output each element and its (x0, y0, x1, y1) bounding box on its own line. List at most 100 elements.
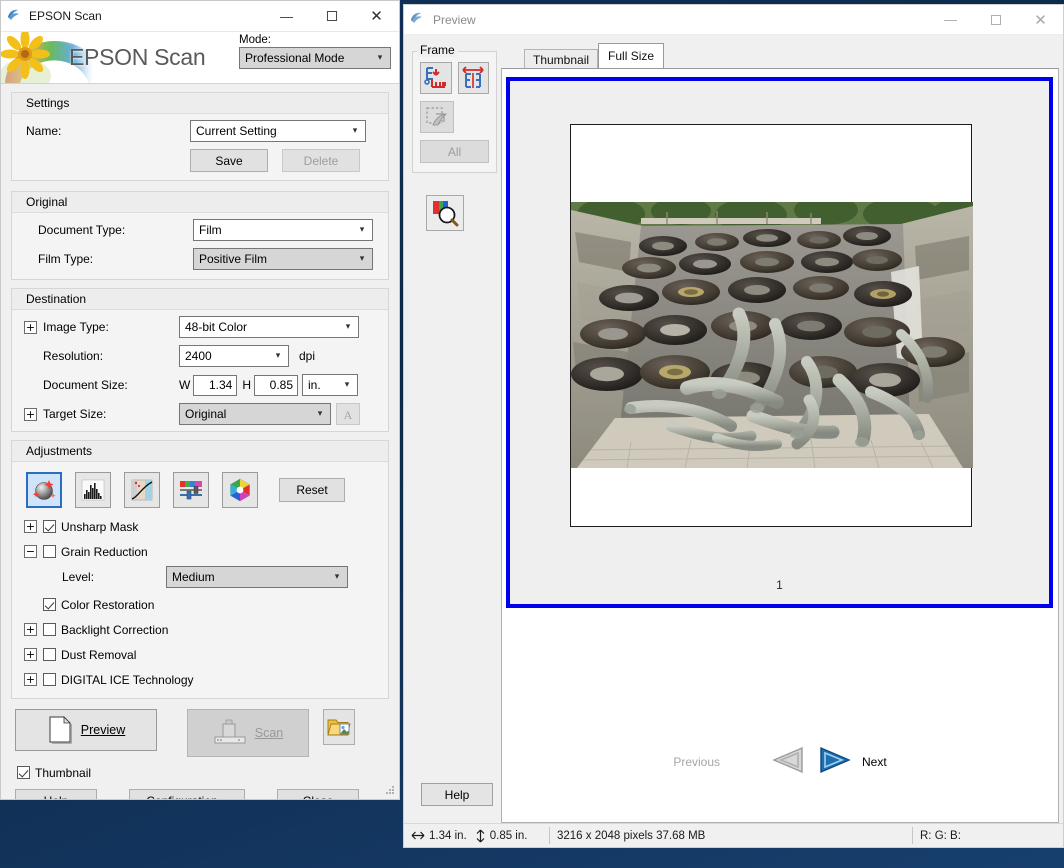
dust-removal-label: Dust Removal (61, 648, 136, 662)
preview-titlebar[interactable]: Preview — ✕ (404, 5, 1063, 35)
width-status-value: 1.34 in. (429, 830, 467, 842)
unsharp-mask-label: Unsharp Mask (61, 520, 138, 534)
file-save-settings-button[interactable] (323, 709, 355, 745)
document-type-dropdown[interactable]: Film ▾ (193, 219, 373, 241)
preview-canvas-panel[interactable]: 1 Previous (501, 68, 1059, 823)
unsharp-mask-checkbox[interactable] (43, 520, 56, 533)
epson-scan-logo-text: EPSON Scan (69, 44, 205, 71)
preview-tabs: Thumbnail Full Size (497, 44, 1059, 68)
original-group-label: Original (12, 192, 388, 213)
minimize-button[interactable]: — (264, 1, 309, 32)
auto-exposure-button[interactable] (26, 472, 62, 508)
dust-removal-checkbox[interactable] (43, 648, 56, 661)
color-palette-button[interactable] (222, 472, 258, 508)
close-window-button[interactable]: Close (277, 789, 359, 799)
resize-grip[interactable] (384, 784, 396, 796)
backlight-correction-expander[interactable]: + (24, 623, 37, 636)
rgb-readout-status: R: G: B: (913, 824, 1063, 848)
preview-window-title: Preview (430, 13, 928, 27)
scan-actions-panel: Preview Scan (1, 699, 399, 799)
grain-level-value: Medium (172, 570, 329, 584)
maximize-button[interactable] (309, 1, 354, 32)
dust-removal-expander[interactable]: + (24, 648, 37, 661)
setting-name-dropdown[interactable]: Current Setting ▾ (190, 120, 366, 142)
epson-scan-titlebar[interactable]: EPSON Scan — ✕ (1, 1, 399, 32)
auto-locate-frame-button[interactable] (420, 62, 452, 94)
resolution-value: 2400 (185, 349, 270, 363)
frame-navigation: Previous Next (502, 742, 1058, 782)
target-size-dropdown[interactable]: Original ▾ (179, 403, 331, 425)
option-color-restoration-row[interactable]: Color Restoration (18, 594, 382, 615)
unsharp-mask-expander[interactable]: + (24, 520, 37, 533)
vertical-arrows-icon (475, 829, 486, 843)
option-digital-ice-row[interactable]: + DIGITAL ICE Technology (18, 669, 382, 690)
document-width-input[interactable]: 1.34 (193, 375, 237, 396)
adjustment-toolbar: Reset (18, 468, 382, 516)
select-all-frames-button[interactable]: All (420, 140, 489, 163)
size-unit-value: in. (308, 378, 339, 392)
previous-frame-button[interactable] (772, 746, 806, 779)
arrow-right-icon (817, 746, 851, 774)
close-button[interactable]: ✕ (354, 1, 399, 32)
scan-frame-area[interactable] (570, 124, 972, 527)
thumbnail-checkbox[interactable] (17, 766, 30, 779)
reset-adjustments-button[interactable]: Reset (279, 478, 345, 502)
tab-full-size[interactable]: Full Size (598, 43, 664, 68)
preview-close-button[interactable]: ✕ (1018, 4, 1063, 35)
preview-help-button[interactable]: Help (421, 783, 493, 806)
digital-ice-checkbox[interactable] (43, 673, 56, 686)
frame-size-button[interactable] (458, 62, 490, 94)
tab-thumbnail[interactable]: Thumbnail (524, 49, 598, 70)
image-type-expander[interactable]: + (24, 321, 37, 334)
zoom-preview-button[interactable] (426, 195, 464, 231)
size-unit-dropdown[interactable]: in. ▾ (302, 374, 358, 396)
preview-minimize-button[interactable]: — (928, 4, 973, 35)
option-grain-reduction-row[interactable]: − Grain Reduction (18, 541, 382, 562)
color-restoration-checkbox[interactable] (43, 598, 56, 611)
epson-scan-window: EPSON Scan — ✕ (0, 0, 400, 800)
dimensions-status: 1.34 in. 0.85 in. (404, 824, 549, 848)
preview-maximize-button[interactable] (973, 4, 1018, 35)
width-prefix-label: W (179, 378, 190, 392)
save-setting-button[interactable]: Save (190, 149, 268, 172)
option-dust-removal-row[interactable]: + Dust Removal (18, 644, 382, 665)
preview-button[interactable]: Preview (15, 709, 157, 751)
option-backlight-correction-row[interactable]: + Backlight Correction (18, 619, 382, 640)
preview-photo (571, 202, 973, 468)
scan-settings-panel: Settings Name: Current Setting ▾ Save De… (1, 84, 399, 799)
grain-reduction-checkbox[interactable] (43, 545, 56, 558)
help-button[interactable]: Help (15, 789, 97, 799)
image-type-dropdown[interactable]: 48-bit Color ▾ (179, 316, 359, 338)
backlight-correction-checkbox[interactable] (43, 623, 56, 636)
thumbnail-label: Thumbnail (35, 766, 91, 780)
option-unsharp-mask-row[interactable]: + Unsharp Mask (18, 516, 382, 537)
grain-level-dropdown[interactable]: Medium ▾ (166, 566, 348, 588)
film-type-label: Film Type: (38, 252, 193, 266)
selection-frame[interactable]: 1 (506, 77, 1053, 608)
histogram-adjustment-icon (80, 477, 106, 503)
grain-reduction-label: Grain Reduction (61, 545, 148, 559)
chevron-down-icon: ▾ (270, 351, 286, 361)
film-type-dropdown[interactable]: Positive Film ▾ (193, 248, 373, 270)
thumbnail-checkbox-row[interactable]: Thumbnail (17, 762, 385, 783)
tone-correction-button[interactable] (124, 472, 160, 508)
copy-frame-icon (424, 105, 450, 129)
scan-button[interactable]: Scan (187, 709, 309, 757)
digital-ice-expander[interactable]: + (24, 673, 37, 686)
epson-logo-banner: EPSON Scan Mode: Professional Mode ▾ (1, 32, 399, 84)
preview-main-panel: Thumbnail Full Size (497, 35, 1063, 823)
next-frame-button[interactable] (817, 746, 851, 779)
mode-dropdown[interactable]: Professional Mode ▾ (239, 47, 391, 69)
target-size-orientation-button[interactable]: A (336, 403, 360, 425)
resolution-dropdown[interactable]: 2400 ▾ (179, 345, 289, 367)
target-size-expander[interactable]: + (24, 408, 37, 421)
grain-reduction-expander[interactable]: − (24, 545, 37, 558)
document-height-input[interactable]: 0.85 (254, 375, 298, 396)
frame-number-label: 1 (510, 578, 1049, 592)
delete-setting-button[interactable]: Delete (282, 149, 360, 172)
image-adjustment-button[interactable] (173, 472, 209, 508)
configuration-button[interactable]: Configuration... (129, 789, 245, 799)
chevron-down-icon: ▾ (312, 409, 328, 419)
copy-frame-button[interactable] (420, 101, 454, 133)
histogram-adjustment-button[interactable] (75, 472, 111, 508)
